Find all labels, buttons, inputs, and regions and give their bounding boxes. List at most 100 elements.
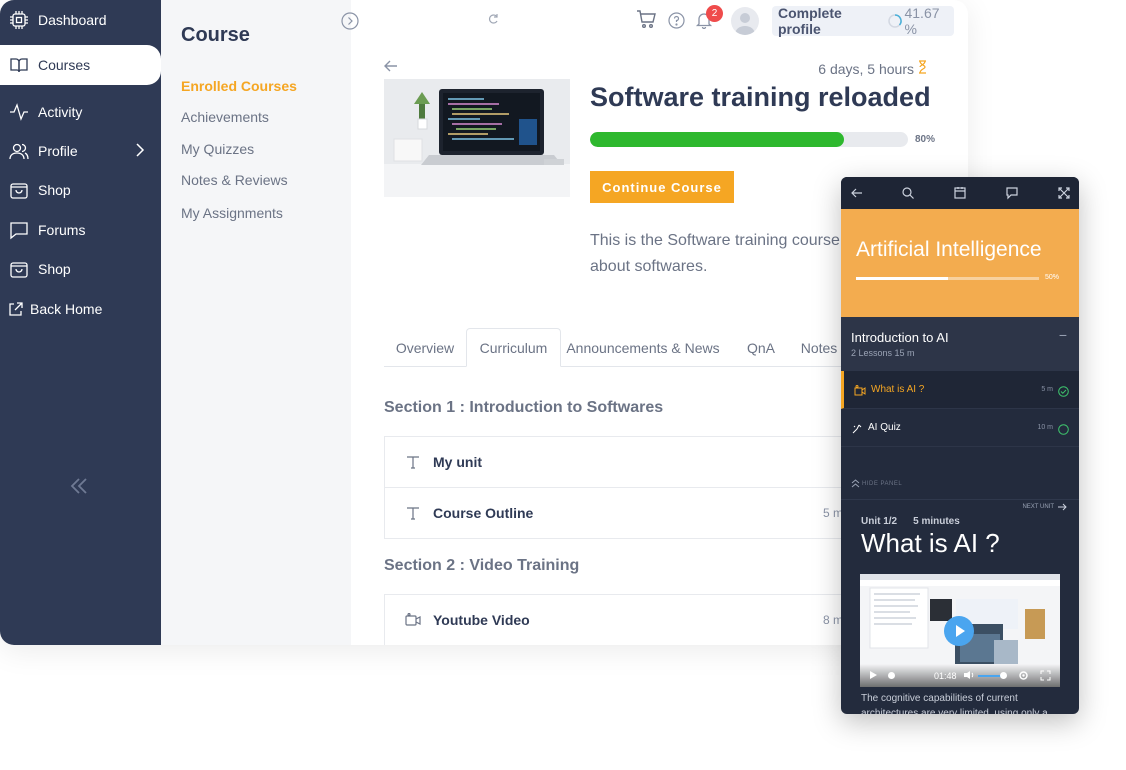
unit-meta: Unit 1/2 5 minutes (861, 516, 976, 527)
calendar-icon[interactable] (953, 186, 967, 200)
lesson-row[interactable]: AI Quiz 10 m (841, 409, 1079, 447)
seek-handle[interactable] (888, 672, 895, 679)
volume-icon[interactable] (963, 670, 975, 680)
mobile-section-meta: 2 Lessons 15 m (851, 348, 915, 358)
sidebar-item-activity[interactable]: Activity (0, 92, 161, 132)
submenu-item-enrolled-courses[interactable]: Enrolled Courses (181, 78, 297, 94)
refresh-icon[interactable] (487, 12, 499, 24)
help-icon[interactable] (668, 12, 685, 29)
sidebar: Dashboard Courses Activity Profile Shop … (0, 0, 161, 645)
tab-qna[interactable]: QnA (735, 328, 787, 367)
sidebar-item-courses[interactable]: Courses (0, 45, 161, 85)
unit-description: The cognitive capabilities of current ar… (861, 693, 1048, 714)
search-icon[interactable] (901, 186, 915, 200)
sidebar-item-shop[interactable]: Shop (0, 170, 161, 210)
fullscreen-icon[interactable] (1057, 186, 1071, 200)
play-button[interactable] (944, 616, 974, 646)
sidebar-item-label: Profile (38, 143, 78, 159)
tab-notes[interactable]: Notes (792, 328, 846, 367)
video-icon (854, 384, 866, 396)
chevron-right-icon (135, 143, 145, 160)
course-submenu: Course Enrolled Courses Achievements My … (161, 0, 351, 645)
back-arrow-icon[interactable] (850, 186, 864, 200)
unit-name: Course Outline (433, 505, 534, 521)
video-icon (405, 612, 421, 628)
sidebar-item-dashboard[interactable]: Dashboard (0, 0, 161, 40)
unit-title: What is AI ? (861, 528, 1000, 558)
mobile-progress-fill (856, 277, 948, 280)
unit-row[interactable]: My unit (384, 436, 854, 488)
mobile-course-player: Artificial Intelligence 50% Introduction… (841, 177, 1079, 714)
next-unit-button[interactable]: NEXT UNIT (1022, 503, 1067, 511)
mobile-progress-bar (856, 277, 1039, 280)
unit-duration: 5 minutes (913, 516, 960, 527)
submenu-item-my-assignments[interactable]: My Assignments (181, 205, 283, 221)
course-tabs: Overview Curriculum Announcements & News… (384, 328, 854, 367)
submenu-title: Course (181, 24, 250, 46)
lesson-name: What is AI ? (871, 384, 925, 395)
sidebar-item-forums[interactable]: Forums (0, 210, 161, 250)
mobile-toolbar (841, 177, 1079, 209)
unit-name: Youtube Video (433, 612, 530, 628)
sidebar-item-profile[interactable]: Profile (0, 131, 161, 171)
unit-name: My unit (433, 454, 482, 470)
fullscreen-icon[interactable] (1040, 670, 1051, 681)
complete-profile-chip[interactable]: Complete profile 41.67 % (772, 5, 954, 37)
settings-gear-icon[interactable] (1018, 670, 1029, 681)
sidebar-item-label: Forums (38, 222, 86, 238)
course-description: This is the Software training course abo… (590, 232, 840, 275)
collapse-sidebar-icon[interactable] (67, 474, 91, 498)
video-time: 01:48 (934, 671, 957, 681)
unit-index: Unit 1/2 (861, 516, 898, 527)
tab-curriculum[interactable]: Curriculum (466, 328, 561, 367)
complete-profile-label: Complete profile (778, 5, 842, 37)
sidebar-item-label: Shop (38, 261, 71, 277)
bag-icon (9, 180, 29, 200)
submenu-item-notes-reviews[interactable]: Notes & Reviews (181, 172, 288, 188)
bag-icon (9, 259, 29, 279)
text-icon (405, 505, 421, 521)
sidebar-item-shop-2[interactable]: Shop (0, 249, 161, 289)
section-title: Section 2 : Video Training (384, 557, 580, 574)
course-progress-label: 80% (915, 134, 936, 145)
sidebar-item-back-home[interactable]: Back Home (0, 289, 161, 329)
arrow-right-icon (1058, 503, 1067, 511)
sidebar-item-label: Shop (38, 182, 71, 198)
unit-row[interactable]: Course Outline 5 m (384, 487, 854, 539)
submenu-item-achievements[interactable]: Achievements (181, 109, 269, 125)
volume-slider[interactable] (978, 675, 1002, 677)
tab-overview[interactable]: Overview (384, 328, 466, 367)
hide-panel-button[interactable]: HIDE PANEL (851, 479, 902, 488)
unit-duration: 8 m (822, 613, 843, 627)
section-title: Section 1 : Introduction to Softwares (384, 399, 664, 416)
toggle-submenu-icon[interactable] (341, 12, 359, 30)
chip-icon (9, 10, 29, 30)
video-player[interactable]: 01:48 (860, 574, 1060, 687)
divider (841, 499, 1079, 500)
tab-announcements-news[interactable]: Announcements & News (561, 328, 725, 367)
chevron-up-icon (851, 479, 860, 488)
course-title: Software training reloaded (590, 82, 931, 112)
submenu-item-my-quizzes[interactable]: My Quizzes (181, 141, 254, 157)
cart-icon[interactable] (636, 9, 656, 29)
time-left: 6 days, 5 hours (818, 60, 928, 77)
mobile-section-title: Introduction to AI (851, 330, 949, 345)
sidebar-item-label: Back Home (30, 301, 103, 317)
play-small-icon[interactable] (868, 670, 878, 680)
hourglass-icon (916, 60, 928, 77)
avatar[interactable] (731, 7, 759, 35)
back-arrow-icon[interactable] (383, 58, 399, 74)
lesson-row[interactable]: What is AI ? 5 m (841, 371, 1079, 409)
play-icon (956, 625, 965, 637)
continue-course-button[interactable]: Continue Course (590, 171, 734, 203)
volume-handle[interactable] (1000, 672, 1007, 679)
mobile-course-header: Artificial Intelligence 50% (841, 209, 1079, 317)
external-link-icon (7, 299, 23, 319)
unit-row[interactable]: Youtube Video 8 m (384, 594, 854, 645)
progress-ring-icon (888, 14, 903, 28)
collapse-section-icon[interactable]: − (1059, 327, 1067, 343)
quiz-icon (851, 422, 863, 434)
course-progress-fill (590, 132, 845, 147)
chat-icon[interactable] (1005, 186, 1019, 200)
mobile-section-header[interactable]: Introduction to AI 2 Lessons 15 m − (841, 317, 1079, 371)
